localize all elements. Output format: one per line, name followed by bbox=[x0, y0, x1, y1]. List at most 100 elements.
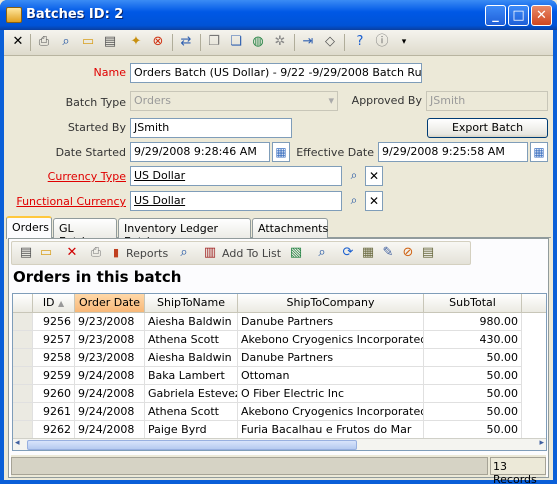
table-cell[interactable]: Furia Bacalhau e Frutos do Mar bbox=[238, 421, 424, 439]
find-icon[interactable]: ⌕ bbox=[176, 245, 192, 261]
currency-type-link[interactable]: Currency Type bbox=[14, 170, 126, 183]
list-icon[interactable]: ▥ bbox=[202, 245, 218, 261]
scrollbar-thumb[interactable] bbox=[27, 440, 357, 450]
excel-icon[interactable]: ▧ bbox=[288, 245, 304, 261]
table-cell[interactable]: 9/24/2008 bbox=[75, 421, 145, 439]
table-cell[interactable]: Athena Scott bbox=[145, 331, 238, 349]
row-selector[interactable] bbox=[13, 421, 33, 439]
table-cell[interactable]: Gabriela Estevez bbox=[145, 385, 238, 403]
help-icon[interactable]: ? bbox=[352, 34, 368, 50]
maximize-button[interactable]: □ bbox=[508, 5, 529, 26]
table-cell[interactable]: Athena Scott bbox=[145, 403, 238, 421]
table-cell[interactable]: 9256 bbox=[33, 313, 75, 331]
calculator-icon[interactable]: ▦ bbox=[360, 245, 376, 261]
column-header-shiptocompany[interactable]: ShipToCompany bbox=[238, 294, 424, 313]
tab-inventory-ledger[interactable]: Inventory Ledger Entries bbox=[118, 218, 251, 248]
table-cell[interactable]: 430.00 bbox=[424, 331, 522, 349]
table-cell[interactable]: 9257 bbox=[33, 331, 75, 349]
new-document-icon[interactable]: ▤ bbox=[18, 245, 34, 261]
functional-currency-link[interactable]: Functional Currency bbox=[14, 195, 126, 208]
table-row[interactable]: 9261 9/24/2008 Athena Scott Akebono Cryogen… bbox=[13, 403, 546, 421]
table-cell[interactable]: Paige Byrd bbox=[145, 421, 238, 439]
table-cell[interactable]: Aiesha Baldwin bbox=[145, 313, 238, 331]
table-row[interactable]: 9256 9/23/2008 Aiesha Baldwin Danube Partne… bbox=[13, 313, 546, 331]
table-row[interactable]: 9257 9/23/2008 Athena Scott Akebono Cryogen… bbox=[13, 331, 546, 349]
info-icon[interactable]: ⓘ bbox=[374, 34, 390, 50]
toolbar-overflow-icon[interactable]: ▾ bbox=[396, 34, 412, 50]
table-row[interactable]: 9260 9/24/2008 Gabriela Estevez O Fiber Ele… bbox=[13, 385, 546, 403]
cancel-icon[interactable]: ⊗ bbox=[150, 34, 166, 50]
open-folder-icon[interactable]: ▭ bbox=[38, 245, 54, 261]
tab-orders[interactable]: Orders bbox=[6, 216, 52, 239]
edit-icon[interactable]: ✎ bbox=[380, 245, 396, 261]
table-cell[interactable]: Baka Lambert bbox=[145, 367, 238, 385]
chart-icon[interactable]: ▮ bbox=[108, 245, 124, 261]
table-cell[interactable]: 50.00 bbox=[424, 349, 522, 367]
column-header-shiptoname[interactable]: ShipToName bbox=[145, 294, 238, 313]
row-selector[interactable] bbox=[13, 331, 33, 349]
table-cell[interactable]: Danube Partners bbox=[238, 313, 424, 331]
clear-icon[interactable]: ✕ bbox=[365, 191, 383, 211]
document-icon[interactable]: ▤ bbox=[102, 34, 118, 50]
import-icon[interactable]: ⇥ bbox=[300, 34, 316, 50]
print-icon[interactable]: ⎙ bbox=[36, 34, 52, 50]
row-selector[interactable] bbox=[13, 313, 33, 331]
tab-attachments[interactable]: Attachments bbox=[252, 218, 328, 238]
open-folder-icon[interactable]: ▭ bbox=[80, 34, 96, 50]
table-cell[interactable]: 9/24/2008 bbox=[75, 385, 145, 403]
refresh-icon[interactable]: ⟳ bbox=[340, 245, 356, 261]
copy-icon[interactable]: ❐ bbox=[206, 34, 222, 50]
table-cell[interactable]: Akebono Cryogenics Incorporated bbox=[238, 331, 424, 349]
table-cell[interactable]: 9260 bbox=[33, 385, 75, 403]
title-bar[interactable]: Batches ID: 2 _ □ ✕ bbox=[0, 0, 557, 30]
settings-icon[interactable]: ✲ bbox=[272, 34, 288, 50]
column-header-subtotal[interactable]: SubTotal bbox=[424, 294, 522, 313]
table-cell[interactable]: 9259 bbox=[33, 367, 75, 385]
row-selector[interactable] bbox=[13, 349, 33, 367]
table-cell[interactable]: 9262 bbox=[33, 421, 75, 439]
globe-icon[interactable]: ◍ bbox=[250, 34, 266, 50]
row-selector[interactable] bbox=[13, 367, 33, 385]
table-cell[interactable]: 9261 bbox=[33, 403, 75, 421]
column-header-order-date[interactable]: Order Date bbox=[75, 294, 145, 313]
reports-label[interactable]: Reports bbox=[126, 247, 168, 260]
table-cell[interactable]: Ottoman bbox=[238, 367, 424, 385]
table-cell[interactable]: 50.00 bbox=[424, 421, 522, 439]
calendar-icon[interactable]: ▦ bbox=[272, 142, 290, 162]
new-record-icon[interactable]: ✦ bbox=[128, 34, 144, 50]
scroll-right-icon[interactable]: ▸ bbox=[539, 438, 544, 448]
paste-icon[interactable]: ❏ bbox=[228, 34, 244, 50]
batch-type-select[interactable]: Orders ▾ bbox=[130, 91, 338, 111]
row-selector[interactable] bbox=[13, 403, 33, 421]
effective-date-field[interactable]: 9/29/2008 9:25:58 AM bbox=[378, 142, 528, 162]
table-row[interactable]: 9259 9/24/2008 Baka Lambert Ottoman 50.00 bbox=[13, 367, 546, 385]
table-cell[interactable]: 50.00 bbox=[424, 385, 522, 403]
remove-icon[interactable]: ⊘ bbox=[400, 245, 416, 261]
print-icon[interactable]: ⎙ bbox=[88, 245, 104, 261]
tab-gl-entries[interactable]: GL Entries bbox=[53, 218, 117, 248]
delete-icon[interactable]: ✕ bbox=[10, 34, 26, 50]
delete-icon[interactable]: ✕ bbox=[64, 245, 80, 261]
clear-icon[interactable]: ✕ bbox=[365, 166, 383, 186]
minimize-button[interactable]: _ bbox=[485, 5, 506, 26]
table-cell[interactable]: O Fiber Electric Inc bbox=[238, 385, 424, 403]
chevron-down-icon[interactable]: ▾ bbox=[328, 94, 334, 107]
calendar-icon[interactable]: ▦ bbox=[530, 142, 548, 162]
table-cell[interactable]: 9/23/2008 bbox=[75, 349, 145, 367]
grid-settings-icon[interactable]: ▤ bbox=[420, 245, 436, 261]
functional-currency-field[interactable]: US Dollar bbox=[130, 191, 342, 211]
lookup-icon[interactable]: ⌕ bbox=[345, 166, 363, 186]
lookup-icon[interactable]: ⌕ bbox=[345, 191, 363, 211]
table-cell[interactable]: 50.00 bbox=[424, 367, 522, 385]
add-to-list-label[interactable]: Add To List bbox=[222, 247, 281, 260]
name-field[interactable]: Orders Batch (US Dollar) - 9/22 -9/29/20… bbox=[130, 63, 422, 83]
scroll-left-icon[interactable]: ◂ bbox=[15, 438, 20, 448]
orders-grid[interactable]: ID ▲ Order Date ShipToName ShipToCompany… bbox=[12, 293, 547, 451]
tag-icon[interactable]: ◇ bbox=[322, 34, 338, 50]
navigate-icon[interactable]: ⇄ bbox=[178, 34, 194, 50]
table-cell[interactable]: 9/24/2008 bbox=[75, 403, 145, 421]
table-cell[interactable]: Akebono Cryogenics Incorporated bbox=[238, 403, 424, 421]
table-cell[interactable]: 9/23/2008 bbox=[75, 331, 145, 349]
column-header-id[interactable]: ID ▲ bbox=[33, 294, 75, 313]
table-cell[interactable]: 50.00 bbox=[424, 403, 522, 421]
